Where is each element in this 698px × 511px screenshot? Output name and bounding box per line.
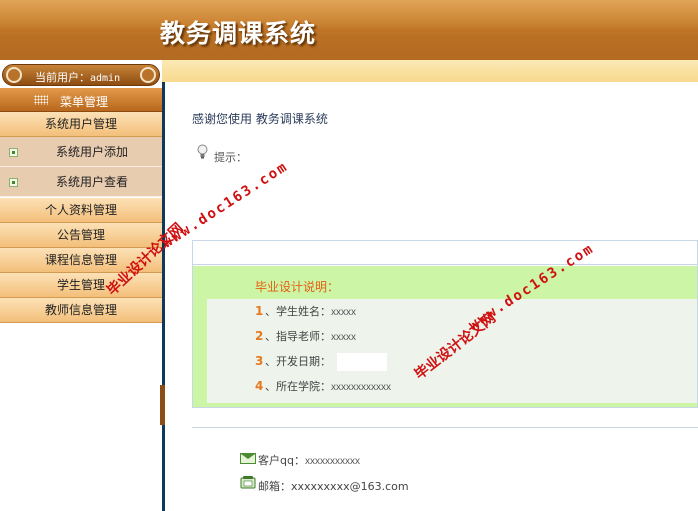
item-value: xxxxxxxxxxxx xyxy=(331,382,391,393)
phone-icon xyxy=(240,476,256,489)
main-content: 感谢您使用 教务调课系统 提示： 毕业设计说明： 1 、学生姓名：xxxxx 2… xyxy=(165,82,698,511)
sidebar-item-user-management[interactable]: 系统用户管理 xyxy=(0,112,162,137)
sidebar-subitem-label: 系统用户查看 xyxy=(56,175,129,189)
current-user-bar: 当前用户：admin xyxy=(2,64,160,86)
current-user-label: 当前用户： xyxy=(35,71,90,84)
sidebar: 当前用户：admin 菜单管理 系统用户管理 系统用户添加 系统用户查看 个人资… xyxy=(0,60,162,511)
sidebar-item-announcements[interactable]: 公告管理 xyxy=(0,223,162,248)
sidebar-subitem-label: 系统用户添加 xyxy=(56,145,129,159)
item-number: 2 xyxy=(255,329,264,343)
qq-label: 客户qq： xyxy=(258,454,305,467)
menu-header-label: 菜单管理 xyxy=(60,95,109,109)
envelope-icon xyxy=(240,453,256,464)
contact-qq: 客户qq：xxxxxxxxxxx xyxy=(258,452,360,468)
email-label: 邮箱： xyxy=(258,480,291,493)
item-text: 、所在学院：xxxxxxxxxxxx xyxy=(265,374,391,400)
date-value-box xyxy=(337,353,387,371)
item-label: 、学生姓名： xyxy=(265,305,331,318)
item-text: 、开发日期： xyxy=(265,349,387,374)
project-info-panel: 毕业设计说明： 1 、学生姓名：xxxxx 2 、指导老师：xxxxx 3 、开… xyxy=(192,240,698,408)
item-value: xxxxx xyxy=(331,332,356,343)
page-icon xyxy=(9,148,18,157)
ring-right-icon xyxy=(140,67,156,83)
list-item: 4 、所在学院：xxxxxxxxxxxx xyxy=(207,374,697,399)
tip-label: 提示： xyxy=(214,151,247,164)
lightbulb-icon xyxy=(197,144,208,159)
welcome-text: 感谢您使用 教务调课系统 xyxy=(192,112,328,126)
header-band xyxy=(0,32,698,60)
list-item: 1 、学生姓名：xxxxx xyxy=(207,299,697,324)
item-number: 1 xyxy=(255,304,264,318)
qq-value: xxxxxxxxxxx xyxy=(304,456,360,467)
item-text: 、指导老师：xxxxx xyxy=(265,324,356,350)
panel-top-strip xyxy=(193,241,697,265)
app-title: 教务调课系统 xyxy=(160,19,317,48)
grid-icon xyxy=(34,95,48,105)
footer-divider xyxy=(192,427,698,428)
app-header: 教务调课系统 xyxy=(0,0,698,60)
sidebar-subitem-user-view[interactable]: 系统用户查看 xyxy=(0,167,162,197)
sidebar-subitem-user-add[interactable]: 系统用户添加 xyxy=(0,137,162,167)
project-info-body: 毕业设计说明： 1 、学生姓名：xxxxx 2 、指导老师：xxxxx 3 、开… xyxy=(193,266,697,407)
sidebar-item-profile[interactable]: 个人资料管理 xyxy=(0,198,162,223)
item-text: 、学生姓名：xxxxx xyxy=(265,299,356,325)
menu-header[interactable]: 菜单管理 xyxy=(0,88,162,112)
ring-left-icon xyxy=(6,67,22,83)
item-label: 、指导老师： xyxy=(265,330,331,343)
sidebar-item-teachers[interactable]: 教师信息管理 xyxy=(0,298,162,323)
sub-bar-right xyxy=(162,60,698,82)
item-label: 、开发日期： xyxy=(265,355,331,368)
item-number: 3 xyxy=(255,354,264,368)
current-user-name: admin xyxy=(90,73,121,84)
project-info-title: 毕业设计说明： xyxy=(255,280,340,294)
current-user: 当前用户：admin xyxy=(35,69,120,85)
item-label: 、所在学院： xyxy=(265,380,331,393)
item-value: xxxxx xyxy=(331,307,356,318)
page-icon xyxy=(9,178,18,187)
email-value: xxxxxxxxx@163.com xyxy=(291,480,409,493)
contact-email: 邮箱：xxxxxxxxx@163.com xyxy=(258,478,409,494)
item-number: 4 xyxy=(255,379,264,393)
